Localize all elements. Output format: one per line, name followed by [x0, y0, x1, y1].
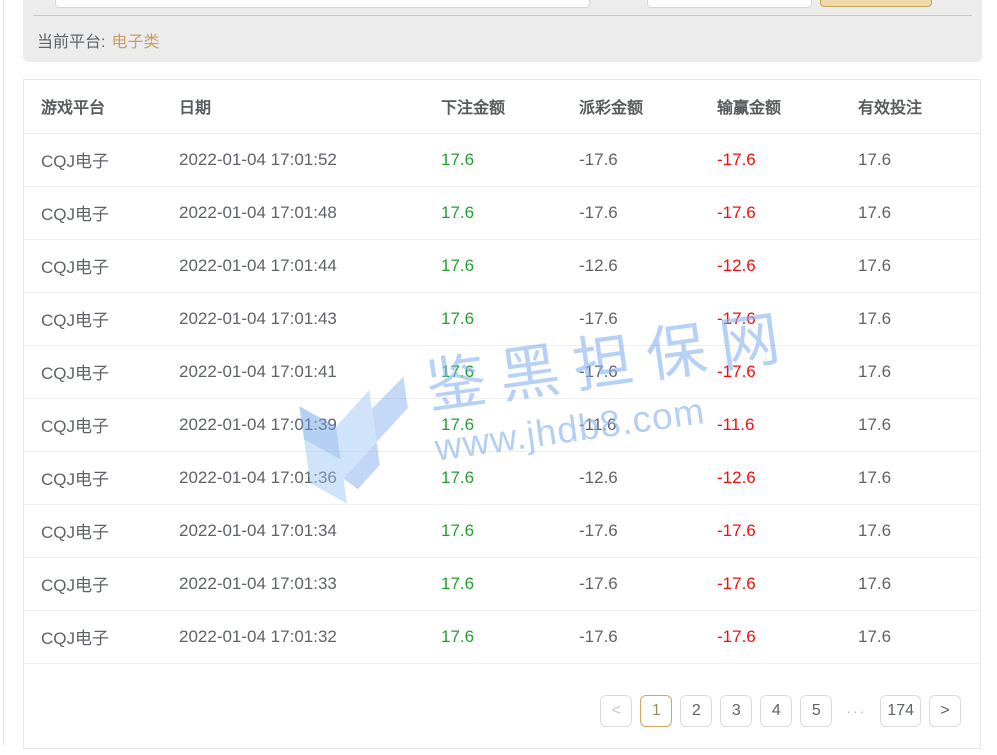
cell-payout-amount: -11.6: [562, 398, 700, 451]
cell-date: 2022-01-04 17:01:36: [162, 451, 424, 504]
cell-bet-amount: 17.6: [424, 451, 562, 504]
cell-valid-bet: 17.6: [841, 398, 980, 451]
table-header-row: 游戏平台 日期 下注金额 派彩金额 输赢金额 有效投注: [24, 80, 980, 133]
cell-valid-bet: 17.6: [841, 133, 980, 186]
cell-payout-amount: -17.6: [562, 292, 700, 345]
header-valid-bet: 有效投注: [841, 80, 980, 133]
cell-bet-amount: 17.6: [424, 345, 562, 398]
records-table: 游戏平台 日期 下注金额 派彩金额 输赢金额 有效投注 CQJ电子 2022-0…: [24, 80, 980, 664]
cell-date: 2022-01-04 17:01:41: [162, 345, 424, 398]
cell-winloss-amount: -17.6: [700, 133, 841, 186]
ellipsis-icon: ···: [840, 695, 872, 727]
cell-winloss-amount: -17.6: [700, 557, 841, 610]
search-button[interactable]: [820, 0, 932, 7]
table-row: CQJ电子 2022-01-04 17:01:39 17.6 -11.6 -11…: [24, 398, 980, 451]
left-divider: [3, 0, 4, 745]
cell-date: 2022-01-04 17:01:48: [162, 186, 424, 239]
date-range-input[interactable]: [55, 0, 590, 8]
cell-winloss-amount: -17.6: [700, 610, 841, 663]
current-platform-label: 当前平台:: [37, 34, 105, 51]
cell-winloss-amount: -17.6: [700, 292, 841, 345]
cell-bet-amount: 17.6: [424, 292, 562, 345]
cell-payout-amount: -17.6: [562, 186, 700, 239]
table-row: CQJ电子 2022-01-04 17:01:44 17.6 -12.6 -12…: [24, 239, 980, 292]
filter-select[interactable]: [647, 0, 812, 8]
cell-valid-bet: 17.6: [841, 239, 980, 292]
cell-winloss-amount: -12.6: [700, 239, 841, 292]
header-winloss-amount: 输赢金额: [700, 80, 841, 133]
current-platform-link[interactable]: 电子类: [111, 34, 159, 51]
header-date: 日期: [162, 80, 424, 133]
page-button-5[interactable]: 5: [800, 695, 832, 727]
page-button-2[interactable]: 2: [680, 695, 712, 727]
cell-bet-amount: 17.6: [424, 610, 562, 663]
cell-date: 2022-01-04 17:01:44: [162, 239, 424, 292]
cell-valid-bet: 17.6: [841, 557, 980, 610]
header-bet-amount: 下注金额: [424, 80, 562, 133]
cell-winloss-amount: -17.6: [700, 186, 841, 239]
table-row: CQJ电子 2022-01-04 17:01:34 17.6 -17.6 -17…: [24, 504, 980, 557]
cell-payout-amount: -17.6: [562, 557, 700, 610]
page-button-3[interactable]: 3: [720, 695, 752, 727]
cell-valid-bet: 17.6: [841, 186, 980, 239]
filter-panel: 当前平台: 电子类: [23, 0, 982, 62]
cell-bet-amount: 17.6: [424, 557, 562, 610]
table-row: CQJ电子 2022-01-04 17:01:52 17.6 -17.6 -17…: [24, 133, 980, 186]
cell-date: 2022-01-04 17:01:33: [162, 557, 424, 610]
table-row: CQJ电子 2022-01-04 17:01:48 17.6 -17.6 -17…: [24, 186, 980, 239]
cell-valid-bet: 17.6: [841, 610, 980, 663]
current-platform: 当前平台: 电子类: [37, 28, 159, 52]
header-payout-amount: 派彩金额: [562, 80, 700, 133]
cell-date: 2022-01-04 17:01:52: [162, 133, 424, 186]
cell-bet-amount: 17.6: [424, 239, 562, 292]
cell-winloss-amount: -17.6: [700, 345, 841, 398]
cell-winloss-amount: -17.6: [700, 504, 841, 557]
cell-date: 2022-01-04 17:01:43: [162, 292, 424, 345]
cell-winloss-amount: -11.6: [700, 398, 841, 451]
page-button-4[interactable]: 4: [760, 695, 792, 727]
cell-winloss-amount: -12.6: [700, 451, 841, 504]
table-row: CQJ电子 2022-01-04 17:01:43 17.6 -17.6 -17…: [24, 292, 980, 345]
cell-valid-bet: 17.6: [841, 451, 980, 504]
cell-payout-amount: -17.6: [562, 504, 700, 557]
cell-platform: CQJ电子: [24, 504, 162, 557]
pagination: < 1 2 3 4 5 ··· 174 >: [24, 674, 980, 748]
records-card: 游戏平台 日期 下注金额 派彩金额 输赢金额 有效投注 CQJ电子 2022-0…: [23, 79, 981, 749]
cell-platform: CQJ电子: [24, 451, 162, 504]
cell-valid-bet: 17.6: [841, 504, 980, 557]
cell-platform: CQJ电子: [24, 557, 162, 610]
cell-valid-bet: 17.6: [841, 345, 980, 398]
table-row: CQJ电子 2022-01-04 17:01:33 17.6 -17.6 -17…: [24, 557, 980, 610]
cell-payout-amount: -12.6: [562, 451, 700, 504]
cell-bet-amount: 17.6: [424, 186, 562, 239]
page: 当前平台: 电子类 游戏平台 日期 下注金额 派彩金额 输赢金额 有效投注 CQJ…: [0, 0, 997, 755]
cell-payout-amount: -12.6: [562, 239, 700, 292]
table-row: CQJ电子 2022-01-04 17:01:36 17.6 -12.6 -12…: [24, 451, 980, 504]
cell-platform: CQJ电子: [24, 133, 162, 186]
cell-platform: CQJ电子: [24, 292, 162, 345]
page-button-1[interactable]: 1: [640, 695, 672, 727]
chevron-right-icon[interactable]: >: [929, 695, 961, 727]
cell-payout-amount: -17.6: [562, 133, 700, 186]
cell-date: 2022-01-04 17:01:39: [162, 398, 424, 451]
cell-platform: CQJ电子: [24, 610, 162, 663]
table-row: CQJ电子 2022-01-04 17:01:32 17.6 -17.6 -17…: [24, 610, 980, 663]
cell-bet-amount: 17.6: [424, 398, 562, 451]
cell-bet-amount: 17.6: [424, 133, 562, 186]
table-row: CQJ电子 2022-01-04 17:01:41 17.6 -17.6 -17…: [24, 345, 980, 398]
chevron-left-icon[interactable]: <: [600, 695, 632, 727]
cell-payout-amount: -17.6: [562, 610, 700, 663]
cell-valid-bet: 17.6: [841, 292, 980, 345]
page-button-last[interactable]: 174: [880, 695, 921, 727]
cell-bet-amount: 17.6: [424, 504, 562, 557]
cell-platform: CQJ电子: [24, 239, 162, 292]
cell-platform: CQJ电子: [24, 398, 162, 451]
cell-payout-amount: -17.6: [562, 345, 700, 398]
panel-divider: [33, 15, 972, 16]
header-game-platform: 游戏平台: [24, 80, 162, 133]
cell-date: 2022-01-04 17:01:32: [162, 610, 424, 663]
cell-platform: CQJ电子: [24, 186, 162, 239]
cell-platform: CQJ电子: [24, 345, 162, 398]
cell-date: 2022-01-04 17:01:34: [162, 504, 424, 557]
